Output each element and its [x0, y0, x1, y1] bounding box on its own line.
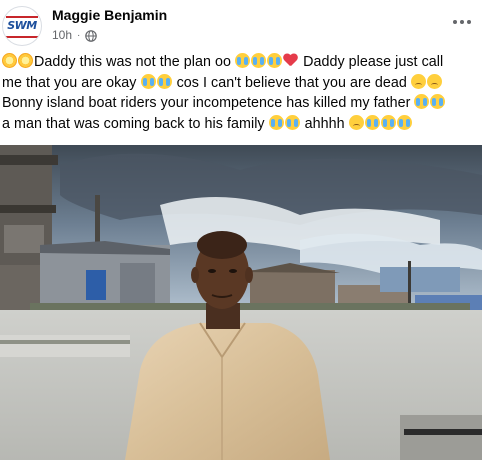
pensive-face-emoji [348, 114, 364, 130]
post-text-segment: Daddy this was not the plan oo [34, 54, 236, 70]
pensive-face-emoji [410, 73, 426, 89]
post-text-line: a man that was coming back to his family… [2, 114, 478, 135]
more-options-icon[interactable] [450, 12, 474, 32]
crying-face-emoji [380, 114, 396, 130]
post-meta: 10h · [52, 28, 98, 42]
crying-face-emoji [156, 73, 172, 89]
post-text-line: Bonny island boat riders your incompeten… [2, 93, 478, 114]
post-text-line: Daddy this was not the plan oo Daddy ple… [2, 52, 478, 73]
man-in-beige-kaftan-photo [0, 145, 482, 460]
post-text-segment: Daddy please just call [299, 54, 444, 70]
post-timestamp[interactable]: 10h [52, 28, 72, 42]
sun-emoji [2, 53, 17, 68]
sun-emoji [18, 53, 33, 68]
post-text-segment: me that you are okay [2, 74, 141, 91]
author-name[interactable]: Maggie Benjamin [52, 7, 167, 23]
crying-face-emoji [267, 53, 283, 68]
post-text-segment: ahhhh [300, 115, 349, 132]
post-text-segment: a man that was coming back to his family [2, 115, 269, 132]
crying-face-emoji [284, 114, 300, 130]
page-logo: SWM [7, 19, 37, 32]
post-text-segment: Bonny island boat riders your incompeten… [2, 95, 415, 111]
post-text-segment: cos I can't believe that you are dead [172, 74, 411, 91]
crying-face-emoji [364, 114, 380, 130]
post-header: SWM Maggie Benjamin 10h · [0, 0, 482, 50]
crying-face-emoji [396, 114, 412, 130]
crying-face-emoji [235, 53, 251, 68]
page-avatar[interactable]: SWM [2, 6, 42, 46]
crying-face-emoji [430, 94, 446, 109]
broken-heart-emoji [283, 53, 298, 68]
crying-face-emoji [251, 53, 267, 68]
pensive-face-emoji [426, 73, 442, 89]
logo-stripe-bottom [6, 36, 38, 38]
post-text-line: me that you are okay cos I can't believe… [2, 73, 478, 94]
meta-separator: · [77, 29, 81, 41]
crying-face-emoji [140, 73, 156, 89]
globe-icon[interactable] [85, 29, 98, 42]
crying-face-emoji [268, 114, 284, 130]
post-photo[interactable] [0, 145, 482, 460]
post-text: Daddy this was not the plan oo Daddy ple… [2, 52, 478, 134]
crying-face-emoji [414, 94, 430, 109]
